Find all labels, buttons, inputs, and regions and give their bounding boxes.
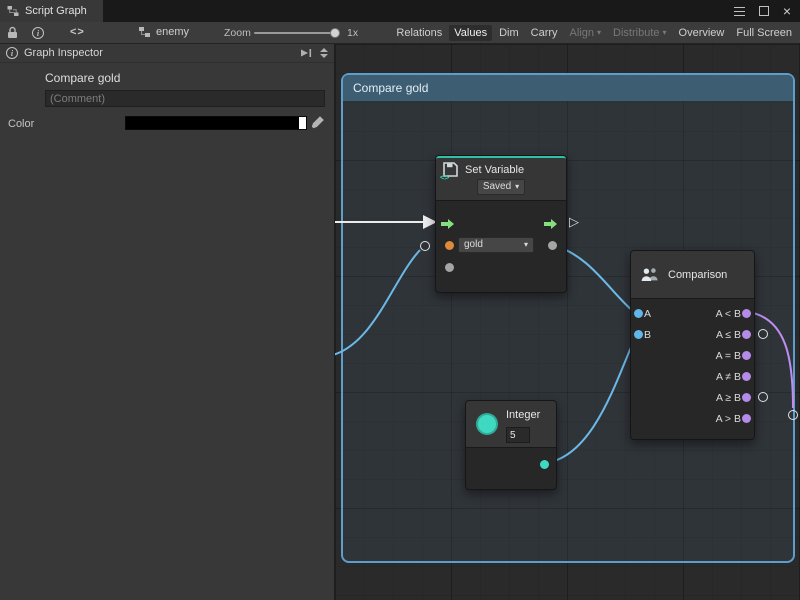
output-port-a-neq-b[interactable] <box>742 372 751 381</box>
output-port-a-gt-b[interactable] <box>742 414 751 423</box>
align-button[interactable]: Align▾ <box>565 25 606 41</box>
output-label: A > B <box>716 413 741 425</box>
group-header[interactable]: Compare gold <box>343 75 793 101</box>
flow-output-port[interactable] <box>544 217 558 235</box>
zoom-label: Zoom <box>224 27 251 39</box>
unconnected-port[interactable] <box>420 241 430 251</box>
dim-button[interactable]: Dim <box>494 25 524 41</box>
comparison-rows: A A < B B A ≤ B A = B A ≠ B A ≥ B <box>631 299 754 429</box>
lock-icon[interactable] <box>6 26 18 42</box>
close-icon[interactable]: × <box>783 4 791 18</box>
zoom-slider-handle[interactable] <box>330 28 340 38</box>
info-icon: i <box>6 47 18 59</box>
chevron-down-icon: ▾ <box>663 29 667 37</box>
overview-button[interactable]: Overview <box>674 25 730 41</box>
color-swatch[interactable] <box>125 116 307 130</box>
unconnected-port[interactable] <box>758 392 768 402</box>
integer-icon <box>476 413 498 435</box>
input-port-b[interactable] <box>634 330 643 339</box>
values-button[interactable]: Values <box>449 25 492 41</box>
variable-name-dropdown[interactable]: gold ▾ <box>458 237 534 253</box>
comparison-row: A ≠ B <box>631 366 754 387</box>
offscreen-port[interactable] <box>788 410 798 420</box>
titlebar: Script Graph × <box>0 0 800 22</box>
integer-header[interactable]: Integer <box>466 401 556 448</box>
integer-title: Integer <box>506 409 540 421</box>
flow-input-port[interactable] <box>441 217 455 235</box>
tab-title: Script Graph <box>25 5 87 17</box>
script-machine-icon <box>138 26 151 38</box>
variable-object-port[interactable] <box>445 241 454 250</box>
chevron-down-icon: ▾ <box>597 29 601 37</box>
input-label-b: B <box>644 329 651 341</box>
input-port-a[interactable] <box>634 309 643 318</box>
alpha-triangle-icon <box>299 122 306 129</box>
comparison-row: A A < B <box>631 303 754 324</box>
save-variable-icon: <> <box>442 161 459 178</box>
comparison-row: B A ≤ B <box>631 324 754 345</box>
step-up-icon[interactable] <box>320 48 328 52</box>
distribute-button[interactable]: Distribute▾ <box>608 25 671 41</box>
chevron-down-icon: ▾ <box>515 183 519 191</box>
output-port-a-lte-b[interactable] <box>742 330 751 339</box>
graph-toolbar: i <> enemy Zoom 1x Relations Values Dim … <box>0 22 800 44</box>
output-label: A ≤ B <box>716 329 741 341</box>
relations-button[interactable]: Relations <box>391 25 447 41</box>
flow-port-triangle[interactable]: ▷ <box>569 215 579 228</box>
zoom-slider-track[interactable] <box>254 32 340 34</box>
window-menu-icon[interactable] <box>734 7 745 16</box>
output-label: A = B <box>716 350 741 362</box>
output-label: A ≠ B <box>716 371 741 383</box>
chevron-down-icon: ▾ <box>524 241 528 249</box>
node-comparison[interactable]: Comparison A A < B B A ≤ B A = B A ≠ B <box>630 250 755 440</box>
selected-graph-title: Compare gold <box>45 71 120 85</box>
info-icon[interactable]: i <box>32 27 44 39</box>
graph-name: enemy <box>156 26 189 38</box>
output-label: A ≥ B <box>716 392 741 404</box>
input-label-a: A <box>644 308 651 320</box>
graph-canvas[interactable]: Compare gold <> Set Variable <box>335 44 800 600</box>
code-badge-icon: <> <box>440 173 449 182</box>
set-variable-header[interactable]: <> Set Variable Saved ▾ <box>436 156 566 201</box>
comment-input[interactable] <box>45 90 325 107</box>
unity-visual-scripting-window: { "window": { "tab_title": "Script Graph… <box>0 0 800 600</box>
zoom-value: 1x <box>347 27 358 39</box>
unconnected-port[interactable] <box>758 329 768 339</box>
comparison-row: A = B <box>631 345 754 366</box>
comparison-title: Comparison <box>668 269 727 281</box>
toolbar-buttons: Relations Values Dim Carry Align▾ Distri… <box>391 24 797 42</box>
output-label: A < B <box>716 308 741 320</box>
color-field-label: Color <box>8 118 34 130</box>
graph-inspector-title: Graph Inspector <box>24 47 103 59</box>
comparison-header[interactable]: Comparison <box>631 251 754 299</box>
node-integer[interactable]: Integer <box>465 400 557 490</box>
window-controls: × <box>734 0 800 22</box>
graph-inspector-panel: i Graph Inspector Compare gold Color <box>0 44 335 600</box>
set-variable-title: Set Variable <box>465 164 524 176</box>
comparison-row: A > B <box>631 408 754 429</box>
value-input-port[interactable] <box>445 263 454 272</box>
comparison-people-icon <box>640 267 660 282</box>
eyedropper-icon[interactable] <box>311 115 325 134</box>
maximize-icon[interactable] <box>759 6 769 16</box>
code-icon[interactable]: <> <box>70 26 85 38</box>
full-screen-button[interactable]: Full Screen <box>731 25 797 41</box>
output-port-a-gte-b[interactable] <box>742 393 751 402</box>
output-port-a-lt-b[interactable] <box>742 309 751 318</box>
field-stepper[interactable] <box>320 48 328 58</box>
tab-script-graph[interactable]: Script Graph <box>0 0 103 22</box>
graph-inspector-header: i Graph Inspector <box>0 44 334 63</box>
value-output-port[interactable] <box>548 241 557 250</box>
comparison-row: A ≥ B <box>631 387 754 408</box>
node-set-variable[interactable]: <> Set Variable Saved ▾ gold ▾ <box>435 155 567 293</box>
carry-button[interactable]: Carry <box>526 25 563 41</box>
script-graph-icon <box>7 5 19 17</box>
integer-output-port[interactable] <box>540 460 549 469</box>
dock-icon[interactable] <box>299 48 312 58</box>
step-down-icon[interactable] <box>320 54 328 58</box>
output-port-a-eq-b[interactable] <box>742 351 751 360</box>
graph-breadcrumb[interactable]: enemy <box>138 26 189 38</box>
integer-value-input[interactable] <box>506 427 530 443</box>
variable-scope-dropdown[interactable]: Saved ▾ <box>477 179 525 195</box>
